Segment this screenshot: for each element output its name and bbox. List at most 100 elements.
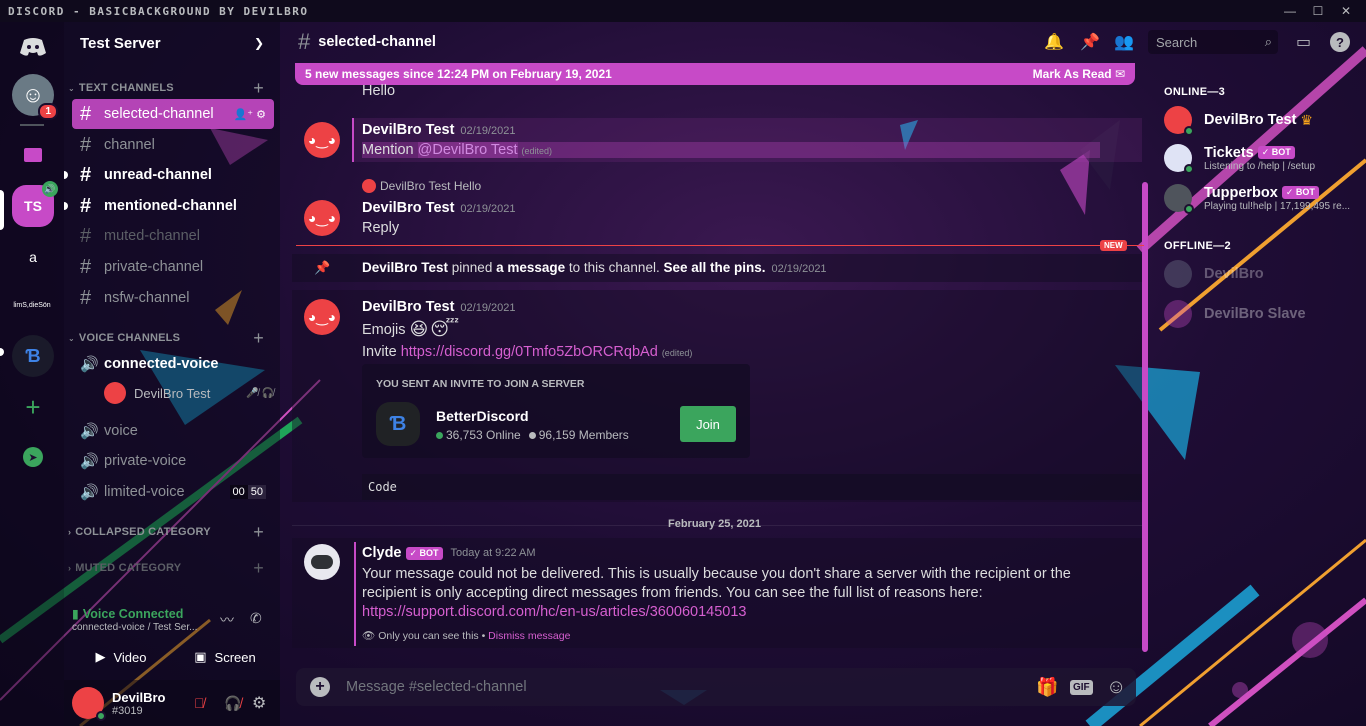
- discord-logo-icon: ◕‿◕: [307, 308, 337, 325]
- server-header[interactable]: Test Server ❯: [64, 22, 280, 64]
- user-info[interactable]: DevilBro #3019: [112, 690, 165, 717]
- message-input[interactable]: Message #selected-channel: [346, 679, 527, 695]
- channel-channel[interactable]: # channel: [72, 130, 274, 160]
- channel-mentioned-channel[interactable]: # mentioned-channel: [64, 191, 274, 221]
- explore-button[interactable]: ➤: [12, 436, 54, 478]
- server-a[interactable]: a: [12, 236, 54, 278]
- see-pins-link[interactable]: See all the pins.: [663, 260, 765, 275]
- emoji-icon[interactable]: ☺: [1106, 676, 1126, 699]
- invite-and-settings-icons[interactable]: 👤⁺ ⚙: [234, 108, 266, 121]
- author-name[interactable]: DevilBro Test: [362, 200, 454, 216]
- channel-private-channel[interactable]: # private-channel: [72, 252, 274, 282]
- support-link[interactable]: https://support.discord.com/hc/en-us/art…: [362, 604, 746, 620]
- grin-emoji-icon[interactable]: 😆: [410, 319, 429, 340]
- inbox-icon[interactable]: ▭: [1296, 32, 1311, 52]
- user-dm-avatar[interactable]: ☺ 1: [12, 74, 58, 120]
- add-channel-icon[interactable]: +: [253, 558, 264, 579]
- member-name: Tickets: [1204, 144, 1254, 161]
- mute-mic-icon[interactable]: 🎙̸: [194, 695, 205, 711]
- invite-server-name[interactable]: BetterDiscord: [436, 408, 529, 424]
- channel-title: selected-channel: [318, 34, 436, 50]
- server-betterdiscord[interactable]: Ɓ: [12, 335, 54, 377]
- channel-nsfw-channel[interactable]: # nsfw-channel: [72, 283, 274, 313]
- voice-status[interactable]: ▮ Voice Connected: [72, 606, 183, 622]
- server-initials: a: [29, 249, 37, 265]
- message-header: DevilBro Test 02/19/2021: [362, 299, 515, 315]
- title-bar: DISCORD - BASICBACKGROUND BY DEVILBRO — …: [0, 0, 1366, 22]
- add-server-button[interactable]: +: [12, 386, 54, 428]
- pin-icon[interactable]: 📌: [1080, 32, 1100, 52]
- avatar[interactable]: ◕‿◕: [304, 200, 340, 236]
- bell-icon[interactable]: 🔔: [1044, 32, 1064, 52]
- join-button[interactable]: Join: [680, 406, 736, 442]
- invite-link[interactable]: https://discord.gg/0Tmfo5ZbORCRqbAd: [401, 344, 658, 360]
- home-button[interactable]: [12, 26, 54, 68]
- scrollbar-thumb[interactable]: [1142, 182, 1148, 652]
- member-devilbro[interactable]: DevilBro: [1164, 260, 1364, 288]
- user-avatar[interactable]: [72, 687, 106, 721]
- member-tupperbox[interactable]: Tupperbox ✓ BOT Playing tul!help | 17,199…: [1164, 184, 1364, 214]
- gift-icon[interactable]: 🎁: [1036, 677, 1058, 698]
- add-channel-icon[interactable]: +: [253, 522, 264, 543]
- voice-user-devilbro-test[interactable]: DevilBro Test 🎤̸ 🎧̸: [104, 382, 274, 404]
- upload-plus-icon[interactable]: +: [310, 677, 330, 697]
- member-devilbro-test[interactable]: DevilBro Test ♛: [1164, 106, 1364, 136]
- server-test-server[interactable]: TS 🔊: [12, 181, 58, 227]
- noise-suppression-icon[interactable]: 〰: [220, 610, 234, 630]
- member-devilbro-slave[interactable]: DevilBro Slave: [1164, 300, 1364, 328]
- author-name[interactable]: DevilBro Test: [362, 260, 448, 275]
- reply-reference[interactable]: DevilBro Test Hello: [362, 179, 481, 193]
- deafen-icon[interactable]: 🎧̸: [224, 695, 241, 712]
- author-name[interactable]: DevilBro Test: [362, 122, 454, 138]
- online-status-dot: [96, 711, 106, 721]
- compass-icon: ➤: [23, 447, 43, 467]
- add-channel-icon[interactable]: +: [253, 78, 264, 99]
- maximize-button[interactable]: ☐: [1304, 0, 1332, 22]
- help-icon[interactable]: ?: [1330, 32, 1350, 52]
- betterdiscord-logo-icon: Ɓ: [25, 345, 41, 366]
- voice-private-voice[interactable]: 🔊 private-voice: [72, 446, 274, 476]
- channel-unread-channel[interactable]: # unread-channel: [64, 160, 274, 190]
- clyde-avatar[interactable]: [304, 544, 340, 580]
- pinned-message-link[interactable]: a message: [496, 260, 565, 275]
- voice-connected-voice[interactable]: 🔊 connected-voice: [72, 349, 274, 379]
- voice-location[interactable]: connected-voice / Test Ser...: [72, 622, 197, 633]
- author-name[interactable]: DevilBro Test: [362, 299, 454, 315]
- channel-selected-channel[interactable]: # selected-channel 👤⁺ ⚙: [72, 99, 274, 129]
- message-composer[interactable]: + Message #selected-channel 🎁 GIF ☺: [296, 668, 1136, 706]
- channel-muted-channel[interactable]: # muted-channel: [72, 221, 274, 251]
- dismiss-message-link[interactable]: Dismiss message: [488, 630, 570, 642]
- betterdiscord-logo-icon[interactable]: Ɓ: [376, 402, 420, 446]
- category-muted[interactable]: › MUTED CATEGORY +: [68, 558, 268, 578]
- message-header: DevilBro Test 02/19/2021: [362, 122, 515, 138]
- voice-limited-voice[interactable]: 🔊 limited-voice 00 50: [72, 477, 274, 507]
- minimize-button[interactable]: —: [1276, 0, 1304, 22]
- disconnect-icon[interactable]: ✆: [250, 610, 262, 627]
- server-lims[interactable]: limS,dieSön: [2, 284, 62, 326]
- member-tickets[interactable]: Tickets ✓ BOT Listening to /help | /setup: [1164, 144, 1364, 174]
- member-name: Tupperbox: [1204, 184, 1278, 201]
- video-button[interactable]: ▶ Video: [72, 644, 170, 670]
- search-input[interactable]: Search ⌕: [1148, 30, 1278, 54]
- category-collapsed[interactable]: › COLLAPSED CATEGORY +: [68, 522, 268, 542]
- robot-icon: [311, 555, 333, 569]
- avatar[interactable]: ◕‿◕: [304, 299, 340, 335]
- gear-icon[interactable]: ⚙: [252, 693, 266, 713]
- gif-button[interactable]: GIF: [1070, 679, 1093, 695]
- sleepy-emoji-icon[interactable]: 😴: [430, 319, 459, 340]
- add-channel-icon[interactable]: +: [253, 328, 264, 349]
- screen-share-button[interactable]: ▣ Screen: [176, 644, 274, 670]
- category-text-channels[interactable]: ⌄ TEXT CHANNELS +: [68, 78, 268, 98]
- screen-label: Screen: [214, 649, 256, 665]
- category-voice-channels[interactable]: ⌄ VOICE CHANNELS +: [68, 328, 268, 348]
- pin-text: pinned: [448, 260, 497, 275]
- members-icon[interactable]: 👥: [1114, 32, 1134, 52]
- voice-voice[interactable]: 🔊 voice: [72, 416, 274, 446]
- avatar[interactable]: ◕‿◕: [304, 122, 340, 158]
- category-label: TEXT CHANNELS: [78, 82, 174, 94]
- user-mention[interactable]: @DevilBro Test: [417, 142, 518, 158]
- folder-button[interactable]: [12, 134, 54, 176]
- author-name[interactable]: Clyde: [362, 545, 402, 561]
- channel-label: mentioned-channel: [104, 198, 237, 214]
- close-button[interactable]: ✕: [1332, 0, 1360, 22]
